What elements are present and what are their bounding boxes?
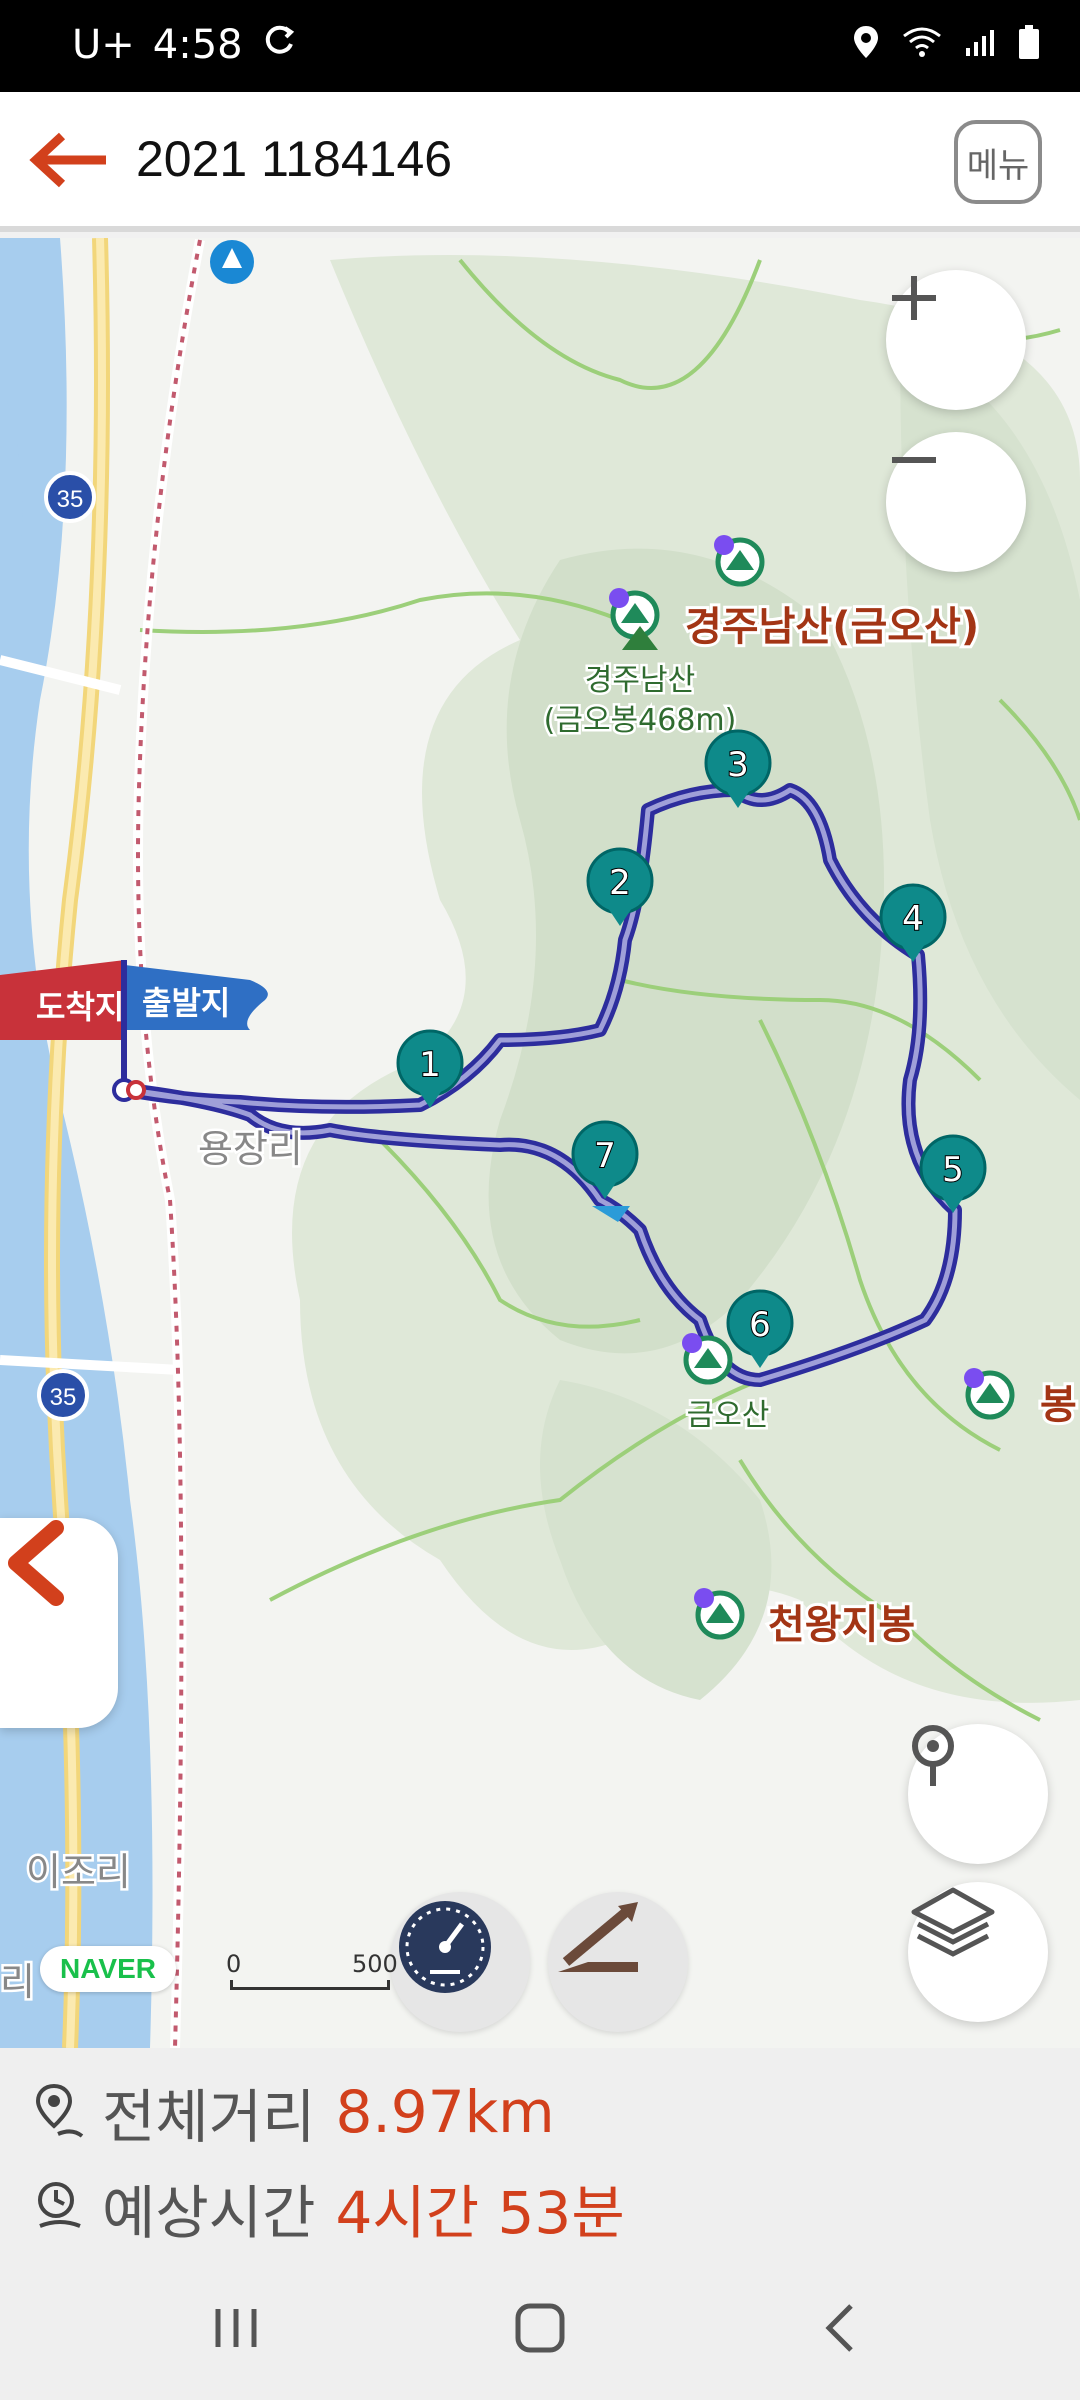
clock: 4:58 xyxy=(152,22,243,68)
road-number: 35 xyxy=(50,1384,77,1411)
back-chevron-icon xyxy=(825,2304,853,2352)
start-flag-label: 출발지 xyxy=(142,984,230,1022)
village-label: 리 xyxy=(0,1960,35,2004)
distance-row: 전체거리 8.97km xyxy=(32,2070,555,2154)
time-label: 예상시간 xyxy=(102,2179,316,2247)
home-button[interactable] xyxy=(500,2298,580,2358)
elevation-graph-icon xyxy=(558,1902,638,1972)
waypoint-number: 3 xyxy=(727,745,749,785)
speed-button[interactable] xyxy=(390,1892,530,2032)
recent-apps-button[interactable] xyxy=(196,2298,276,2358)
location-status-icon xyxy=(852,24,880,64)
home-icon xyxy=(515,2303,565,2353)
peak-label-geumosan: 금오산 xyxy=(687,1398,770,1433)
time-row: 예상시간 4시간 53분 xyxy=(32,2166,625,2250)
signal-icon xyxy=(964,26,996,62)
sync-icon xyxy=(261,22,297,68)
scale-end: 500 xyxy=(352,1950,398,1978)
speedometer-icon xyxy=(399,1901,491,1993)
scale-start: 0 xyxy=(226,1950,242,1978)
village-label: 이조리 xyxy=(26,1850,131,1894)
battery-icon xyxy=(1018,24,1040,64)
waypoint-number: 6 xyxy=(749,1305,771,1345)
peak-label-cheonwang: 천왕지봉 xyxy=(768,1602,915,1648)
zoom-in-button[interactable] xyxy=(886,270,1026,410)
route-summary-panel: 전체거리 8.97km 예상시간 4시간 53분 xyxy=(0,2048,1080,2258)
arrow-left-icon xyxy=(29,132,106,188)
route-distance-icon xyxy=(35,2083,84,2138)
app-bar: 2021 1184146 메뉴 xyxy=(0,92,1080,232)
scale-line xyxy=(230,1980,390,1990)
place-label-gyeongju-namsan: 경주남산(금오산) xyxy=(685,604,979,650)
map-layers-button[interactable] xyxy=(908,1882,1048,2022)
wifi-icon xyxy=(902,26,942,62)
time-value: 4시간 53분 xyxy=(335,2179,625,2247)
recent-apps-icon xyxy=(215,2309,257,2347)
peak-label-bong: 봉 xyxy=(1040,1382,1077,1428)
distance-label: 전체거리 xyxy=(102,2083,316,2151)
peak-height-label: (금오봉468m) xyxy=(544,703,737,738)
village-label: 용장리 xyxy=(198,1127,303,1171)
time-pin-icon xyxy=(38,2182,81,2228)
naver-logo: NAVER xyxy=(40,1946,176,1992)
peak-name-label: 경주남산 xyxy=(585,663,695,698)
menu-button[interactable]: 메뉴 xyxy=(954,120,1042,204)
page-title: 2021 1184146 xyxy=(136,131,453,187)
minus-icon xyxy=(892,457,936,463)
zoom-out-button[interactable] xyxy=(886,432,1026,572)
waypoint-number: 1 xyxy=(419,1045,441,1085)
chevron-left-icon xyxy=(8,1520,64,1606)
my-location-button[interactable] xyxy=(908,1724,1048,1864)
panel-toggle-button[interactable] xyxy=(0,1518,118,1728)
waypoint-number: 4 xyxy=(902,899,924,939)
elevation-button[interactable] xyxy=(548,1892,688,2032)
distance-value: 8.97km xyxy=(335,2078,555,2146)
layers-icon xyxy=(911,1887,995,1957)
plus-icon xyxy=(892,276,936,320)
system-back-button[interactable] xyxy=(800,2298,880,2358)
road-number: 35 xyxy=(57,486,84,513)
waypoint-number: 5 xyxy=(942,1150,964,1190)
finish-flag-label: 도착지 xyxy=(36,988,124,1026)
status-bar: U+ 4:58 xyxy=(0,0,1080,92)
waypoint-number: 2 xyxy=(609,863,631,903)
back-button[interactable] xyxy=(24,120,112,200)
carrier-label: U+ xyxy=(72,22,135,68)
park-icon xyxy=(210,240,254,284)
waypoint-number: 7 xyxy=(594,1136,616,1176)
system-nav-bar xyxy=(0,2258,1080,2400)
scale-bar: 0 500 xyxy=(226,1950,398,1990)
location-pin-icon xyxy=(912,1725,954,1786)
map-view[interactable]: 35 35 경주남산(금오산) 경주남산 (금오봉468m) 용장리 금오산 천… xyxy=(0,238,1080,2048)
